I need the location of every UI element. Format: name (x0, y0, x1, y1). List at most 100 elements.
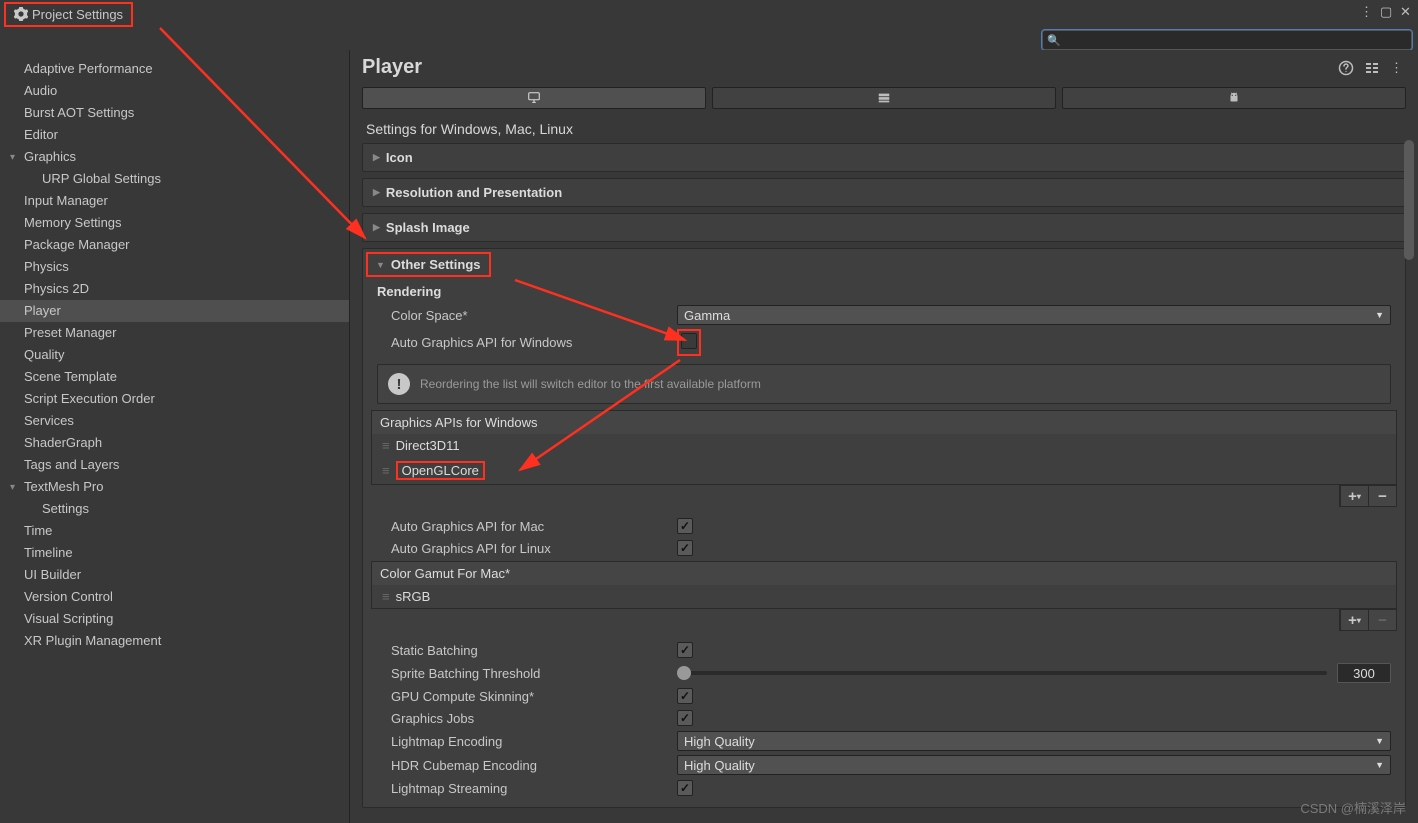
kebab-icon[interactable]: ⋮ (1360, 4, 1374, 18)
search-input[interactable]: 🔍 (1042, 30, 1412, 50)
lightmap-enc-dropdown[interactable]: High Quality ▼ (677, 731, 1391, 751)
kebab-icon[interactable]: ⋮ (1390, 60, 1406, 76)
sidebar-item[interactable]: Tags and Layers (0, 454, 349, 476)
auto-api-mac-checkbox[interactable]: ✓ (677, 518, 693, 534)
remove-button[interactable]: − (1368, 610, 1396, 630)
platform-subtitle: Settings for Windows, Mac, Linux (362, 115, 1406, 143)
sidebar-item[interactable]: Adaptive Performance (0, 58, 349, 80)
info-icon: ! (388, 373, 410, 395)
sidebar-item-tmp[interactable]: TextMesh Pro (0, 476, 349, 498)
sidebar-item-graphics[interactable]: Graphics (0, 146, 349, 168)
row-color-space: Color Space* Gamma ▼ (363, 303, 1405, 327)
sidebar-item[interactable]: Input Manager (0, 190, 349, 212)
window-tab[interactable]: Project Settings (4, 2, 133, 27)
sidebar-item[interactable]: Memory Settings (0, 212, 349, 234)
label: Auto Graphics API for Linux (377, 540, 677, 557)
list-item[interactable]: ≡ Direct3D11 (372, 434, 1396, 457)
row-auto-api-win: Auto Graphics API for Windows (363, 327, 1405, 358)
foldout-resolution[interactable]: ▶Resolution and Presentation (362, 178, 1406, 207)
auto-api-win-checkbox[interactable] (681, 333, 697, 349)
rendering-header: Rendering (363, 280, 1405, 303)
remove-button[interactable]: − (1368, 486, 1396, 506)
sidebar-item[interactable]: Physics 2D (0, 278, 349, 300)
drag-handle-icon[interactable]: ≡ (382, 438, 388, 453)
content-scroll[interactable]: Settings for Windows, Mac, Linux ▶Icon ▶… (350, 109, 1418, 823)
sidebar-item[interactable]: Quality (0, 344, 349, 366)
gpu-skinning-checkbox[interactable]: ✓ (677, 688, 693, 704)
row-sprite-threshold: Sprite Batching Threshold 300 (363, 661, 1405, 685)
lightmap-stream-checkbox[interactable]: ✓ (677, 780, 693, 796)
sidebar-item[interactable]: Services (0, 410, 349, 432)
row-hdr-enc: HDR Cubemap Encoding High Quality ▼ (363, 753, 1405, 777)
list-footer: +▾ − (1339, 485, 1397, 507)
sidebar-item[interactable]: Package Manager (0, 234, 349, 256)
highlight-box (677, 329, 701, 356)
static-batching-checkbox[interactable]: ✓ (677, 642, 693, 658)
drag-handle-icon[interactable]: ≡ (382, 463, 388, 478)
list-header: Graphics APIs for Windows (372, 411, 1396, 434)
label: Lightmap Streaming (377, 780, 677, 797)
foldout-icon[interactable]: ▶Icon (362, 143, 1406, 172)
sidebar-item-player[interactable]: Player (0, 300, 349, 322)
sidebar-item[interactable]: Scene Template (0, 366, 349, 388)
sidebar-item[interactable]: Editor (0, 124, 349, 146)
content: Player ⋮ Settings for Windows, Mac, Linu… (350, 50, 1418, 823)
help-icon[interactable] (1338, 60, 1354, 76)
color-space-dropdown[interactable]: Gamma ▼ (677, 305, 1391, 325)
graphics-jobs-checkbox[interactable]: ✓ (677, 710, 693, 726)
label: HDR Cubemap Encoding (377, 757, 677, 774)
row-static-batching: Static Batching ✓ (363, 639, 1405, 661)
sidebar-item[interactable]: URP Global Settings (0, 168, 349, 190)
preset-icon[interactable] (1364, 60, 1380, 76)
content-header: Player ⋮ (350, 50, 1418, 83)
watermark: CSDN @楠溪泽岸 (1300, 798, 1406, 817)
label: Graphics Jobs (377, 710, 677, 727)
list-item[interactable]: ≡ OpenGLCore (372, 457, 1396, 484)
tab-android[interactable] (1062, 87, 1406, 109)
label: Auto Graphics API for Mac (377, 518, 677, 535)
close-icon[interactable]: ✕ (1400, 4, 1414, 18)
sprite-threshold-slider[interactable] (677, 671, 1327, 675)
tab-server[interactable] (712, 87, 1056, 109)
sprite-threshold-value[interactable]: 300 (1337, 663, 1391, 683)
color-gamut-list: Color Gamut For Mac* ≡ sRGB (371, 561, 1397, 609)
sidebar-item[interactable]: Time (0, 520, 349, 542)
drag-handle-icon[interactable]: ≡ (382, 589, 388, 604)
search-icon: 🔍 (1047, 34, 1061, 47)
platform-tabs (362, 87, 1406, 109)
sidebar-item[interactable]: UI Builder (0, 564, 349, 586)
hdr-enc-dropdown[interactable]: High Quality ▼ (677, 755, 1391, 775)
sidebar-item[interactable]: Preset Manager (0, 322, 349, 344)
sidebar-item[interactable]: Visual Scripting (0, 608, 349, 630)
chevron-down-icon: ▼ (376, 260, 385, 270)
scrollbar-thumb[interactable] (1404, 140, 1414, 260)
row-auto-api-linux: Auto Graphics API for Linux ✓ (363, 537, 1405, 559)
auto-api-linux-checkbox[interactable]: ✓ (677, 540, 693, 556)
add-button[interactable]: +▾ (1340, 610, 1368, 630)
chevron-right-icon: ▶ (373, 152, 380, 163)
row-lightmap-enc: Lightmap Encoding High Quality ▼ (363, 729, 1405, 753)
sidebar-item[interactable]: Audio (0, 80, 349, 102)
sidebar-item[interactable]: Settings (0, 498, 349, 520)
sidebar-item[interactable]: Version Control (0, 586, 349, 608)
tab-standalone[interactable] (362, 87, 706, 109)
label: Auto Graphics API for Windows (377, 334, 677, 351)
sidebar: Adaptive Performance Audio Burst AOT Set… (0, 50, 350, 823)
sidebar-item[interactable]: XR Plugin Management (0, 630, 349, 652)
sidebar-item[interactable]: Timeline (0, 542, 349, 564)
label: Color Space* (377, 307, 677, 324)
maximize-icon[interactable]: ▢ (1380, 4, 1394, 18)
sidebar-item[interactable]: Physics (0, 256, 349, 278)
chevron-right-icon: ▶ (373, 222, 380, 233)
foldout-other: ▼ Other Settings Rendering Color Space* … (362, 248, 1406, 808)
window-controls: ⋮ ▢ ✕ (1360, 4, 1414, 18)
sidebar-item[interactable]: Burst AOT Settings (0, 102, 349, 124)
foldout-other-header[interactable]: ▼ Other Settings (366, 252, 491, 277)
foldout-splash[interactable]: ▶Splash Image (362, 213, 1406, 242)
sidebar-item[interactable]: Script Execution Order (0, 388, 349, 410)
label: Static Batching (377, 642, 677, 659)
sidebar-item[interactable]: ShaderGraph (0, 432, 349, 454)
vertical-scrollbar[interactable] (1404, 140, 1416, 823)
add-button[interactable]: +▾ (1340, 486, 1368, 506)
list-item[interactable]: ≡ sRGB (372, 585, 1396, 608)
